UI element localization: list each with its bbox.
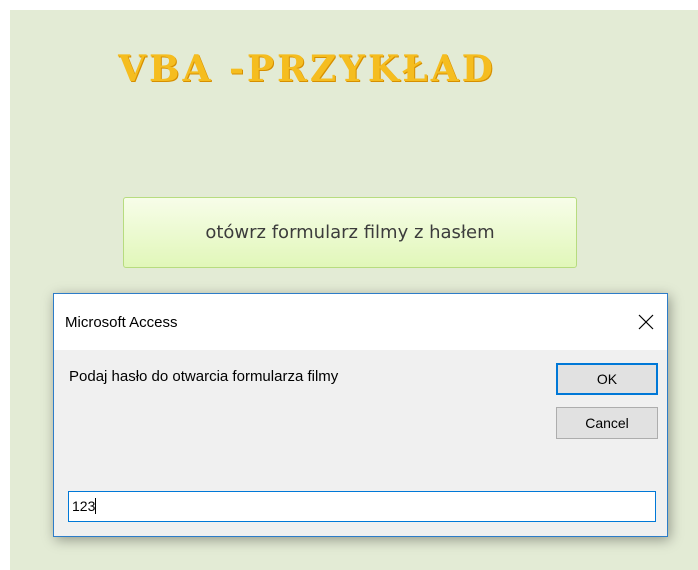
open-films-form-button-label: otówrz formularz filmy z hasłem <box>205 222 495 243</box>
form-title: VBA -PRZYKŁAD <box>118 48 496 90</box>
password-input-value: 123 <box>72 498 96 514</box>
input-box-dialog: Microsoft Access Podaj hasło do otwarcia… <box>53 293 668 537</box>
dialog-prompt: Podaj hasło do otwarcia formularza filmy <box>69 368 339 385</box>
cancel-button-label: Cancel <box>585 415 629 431</box>
password-input[interactable]: 123 <box>68 491 656 522</box>
dialog-titlebar[interactable]: Microsoft Access <box>54 294 667 350</box>
cancel-button[interactable]: Cancel <box>556 407 658 439</box>
close-button[interactable] <box>631 307 661 337</box>
dialog-title: Microsoft Access <box>65 314 178 331</box>
ok-button[interactable]: OK <box>556 363 658 395</box>
open-films-form-button[interactable]: otówrz formularz filmy z hasłem <box>123 197 577 268</box>
text-caret <box>95 498 97 514</box>
close-icon <box>638 314 654 330</box>
ok-button-label: OK <box>596 371 618 387</box>
